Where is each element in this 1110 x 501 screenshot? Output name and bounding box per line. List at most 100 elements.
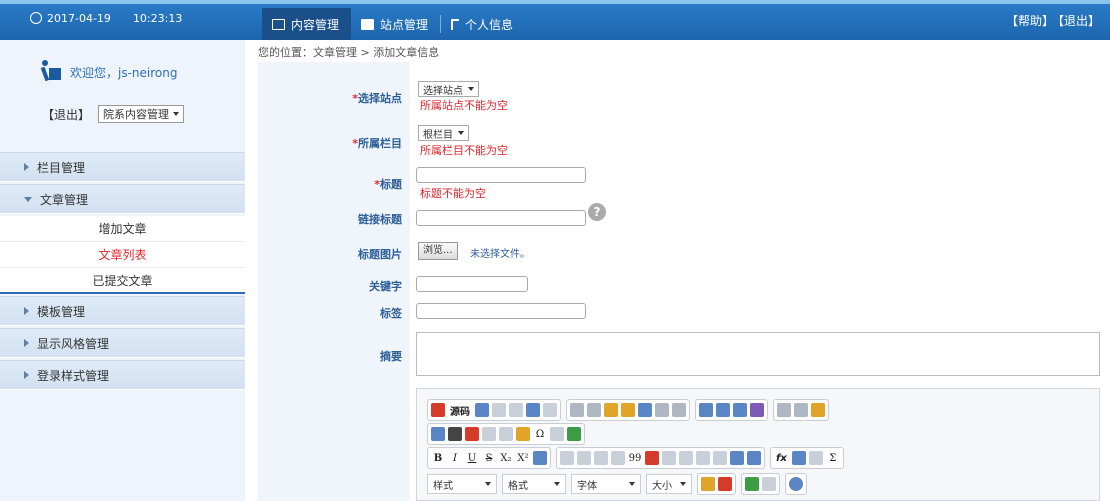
strike-button[interactable]: S	[482, 451, 496, 465]
title-error: 标题不能为空	[420, 187, 486, 200]
summary-textarea[interactable]	[416, 332, 1100, 376]
iframe-icon[interactable]	[567, 427, 581, 441]
no-entry-icon[interactable]	[465, 427, 479, 441]
paste-word-icon[interactable]	[638, 403, 652, 417]
flash-icon[interactable]	[448, 427, 462, 441]
sidebar-logout-link[interactable]: 【退出】	[42, 106, 90, 123]
editor-toolbar-row-1: 源码	[427, 399, 834, 421]
submenu-submitted-articles[interactable]: 已提交文章	[0, 268, 245, 294]
text-color-icon[interactable]	[701, 477, 715, 491]
formula-button[interactable]: fx	[774, 451, 789, 465]
remove-format-icon[interactable]	[533, 451, 547, 465]
column-select-value: 根栏目	[423, 129, 453, 141]
editor-toolbar-row-2: Ω	[427, 423, 590, 445]
superscript-button[interactable]: X²	[516, 451, 530, 465]
new-page-icon[interactable]	[492, 403, 506, 417]
site-select[interactable]: 选择站点	[418, 81, 479, 97]
paste-icon[interactable]	[604, 403, 618, 417]
templates-icon[interactable]	[543, 403, 557, 417]
submenu-add-article[interactable]: 增加文章	[0, 216, 245, 242]
help-icon[interactable]: ?	[588, 203, 606, 221]
tab-content-management[interactable]: 内容管理	[262, 8, 352, 40]
dept-select[interactable]: 院系内容管理	[98, 105, 185, 123]
toolbar-group-formula: fx Σ	[770, 447, 844, 469]
ltr-icon[interactable]	[730, 451, 744, 465]
outdent-icon[interactable]	[594, 451, 608, 465]
browse-button[interactable]: 浏览...	[418, 242, 458, 260]
align-center-icon[interactable]	[679, 451, 693, 465]
align-right-icon[interactable]	[696, 451, 710, 465]
source-button[interactable]: 源码	[448, 403, 472, 418]
table-icon[interactable]	[482, 427, 496, 441]
formula-box-icon[interactable]	[791, 451, 806, 465]
horizontal-line-icon[interactable]	[499, 427, 513, 441]
bulleted-list-icon[interactable]	[577, 451, 591, 465]
page-break-icon[interactable]	[550, 427, 564, 441]
link-title-input[interactable]	[416, 210, 586, 226]
menu-login-style-management[interactable]: 登录样式管理	[0, 360, 245, 390]
chevron-down-icon	[629, 482, 635, 486]
title-label-text: 标题	[380, 178, 402, 191]
italic-button[interactable]: I	[448, 451, 462, 465]
indent-icon[interactable]	[611, 451, 625, 465]
menu-style-management[interactable]: 显示风格管理	[0, 328, 245, 358]
styles-combo[interactable]: 样式	[427, 474, 497, 494]
copy-icon[interactable]	[587, 403, 601, 417]
blockquote-button[interactable]: 99	[628, 451, 642, 465]
sigma-button[interactable]: Σ	[826, 451, 840, 465]
tab-site-management[interactable]: 站点管理	[351, 8, 440, 40]
numbered-list-icon[interactable]	[560, 451, 574, 465]
subscript-button[interactable]: X₂	[499, 451, 513, 465]
div-icon[interactable]	[645, 451, 659, 465]
formula-image-icon[interactable]	[808, 451, 823, 465]
smiley-icon[interactable]	[516, 427, 530, 441]
anchor-icon[interactable]	[811, 403, 825, 417]
redo-icon[interactable]	[672, 403, 686, 417]
replace-icon[interactable]	[716, 403, 730, 417]
rtl-icon[interactable]	[747, 451, 761, 465]
underline-button[interactable]: U	[465, 451, 479, 465]
find-icon[interactable]	[699, 403, 713, 417]
format-combo[interactable]: 格式	[502, 474, 566, 494]
sidebar: 欢迎您，js-neirong 【退出】 院系内容管理 栏目管理 文章管理 增加文…	[0, 40, 245, 501]
undo-icon[interactable]	[655, 403, 669, 417]
size-combo-label: 大小	[652, 480, 672, 492]
keywords-input[interactable]	[416, 276, 528, 292]
special-char-button[interactable]: Ω	[533, 427, 547, 441]
menu-template-management[interactable]: 模板管理	[0, 296, 245, 326]
link-icon[interactable]	[777, 403, 791, 417]
top-links: 【帮助】 【退出】	[1002, 12, 1100, 29]
background-color-icon[interactable]	[718, 477, 732, 491]
arrow-right-icon	[24, 163, 29, 171]
maximize-icon[interactable]	[745, 477, 759, 491]
paste-text-icon[interactable]	[621, 403, 635, 417]
align-left-icon[interactable]	[662, 451, 676, 465]
logout-link[interactable]: 【退出】	[1058, 14, 1100, 28]
unlink-icon[interactable]	[794, 403, 808, 417]
submenu-article-list[interactable]: 文章列表	[0, 242, 245, 268]
spellcheck-icon[interactable]	[750, 403, 764, 417]
menu-column-management[interactable]: 栏目管理	[0, 152, 245, 182]
cut-icon[interactable]	[570, 403, 584, 417]
bold-button[interactable]: B	[431, 451, 445, 465]
toolbar-group-basic-styles: B I U S X₂ X²	[427, 447, 551, 469]
size-combo[interactable]: 大小	[646, 474, 692, 494]
help-link[interactable]: 【帮助】	[1006, 14, 1054, 28]
save-icon[interactable]	[475, 403, 489, 417]
show-blocks-icon[interactable]	[762, 477, 776, 491]
menu-article-management[interactable]: 文章管理	[0, 184, 245, 214]
tag-input[interactable]	[416, 303, 586, 319]
preview-icon[interactable]	[509, 403, 523, 417]
title-image-label: 标题图片	[358, 248, 402, 261]
source-icon	[431, 403, 445, 417]
sidebar-account: 【退出】 院系内容管理	[42, 105, 185, 123]
select-all-icon[interactable]	[733, 403, 747, 417]
title-input[interactable]	[416, 167, 586, 183]
column-select[interactable]: 根栏目	[418, 125, 469, 141]
tab-personal-info[interactable]: 个人信息	[441, 8, 525, 40]
font-combo[interactable]: 字体	[571, 474, 641, 494]
about-icon[interactable]	[789, 477, 803, 491]
print-icon[interactable]	[526, 403, 540, 417]
justify-icon[interactable]	[713, 451, 727, 465]
image-icon[interactable]	[431, 427, 445, 441]
